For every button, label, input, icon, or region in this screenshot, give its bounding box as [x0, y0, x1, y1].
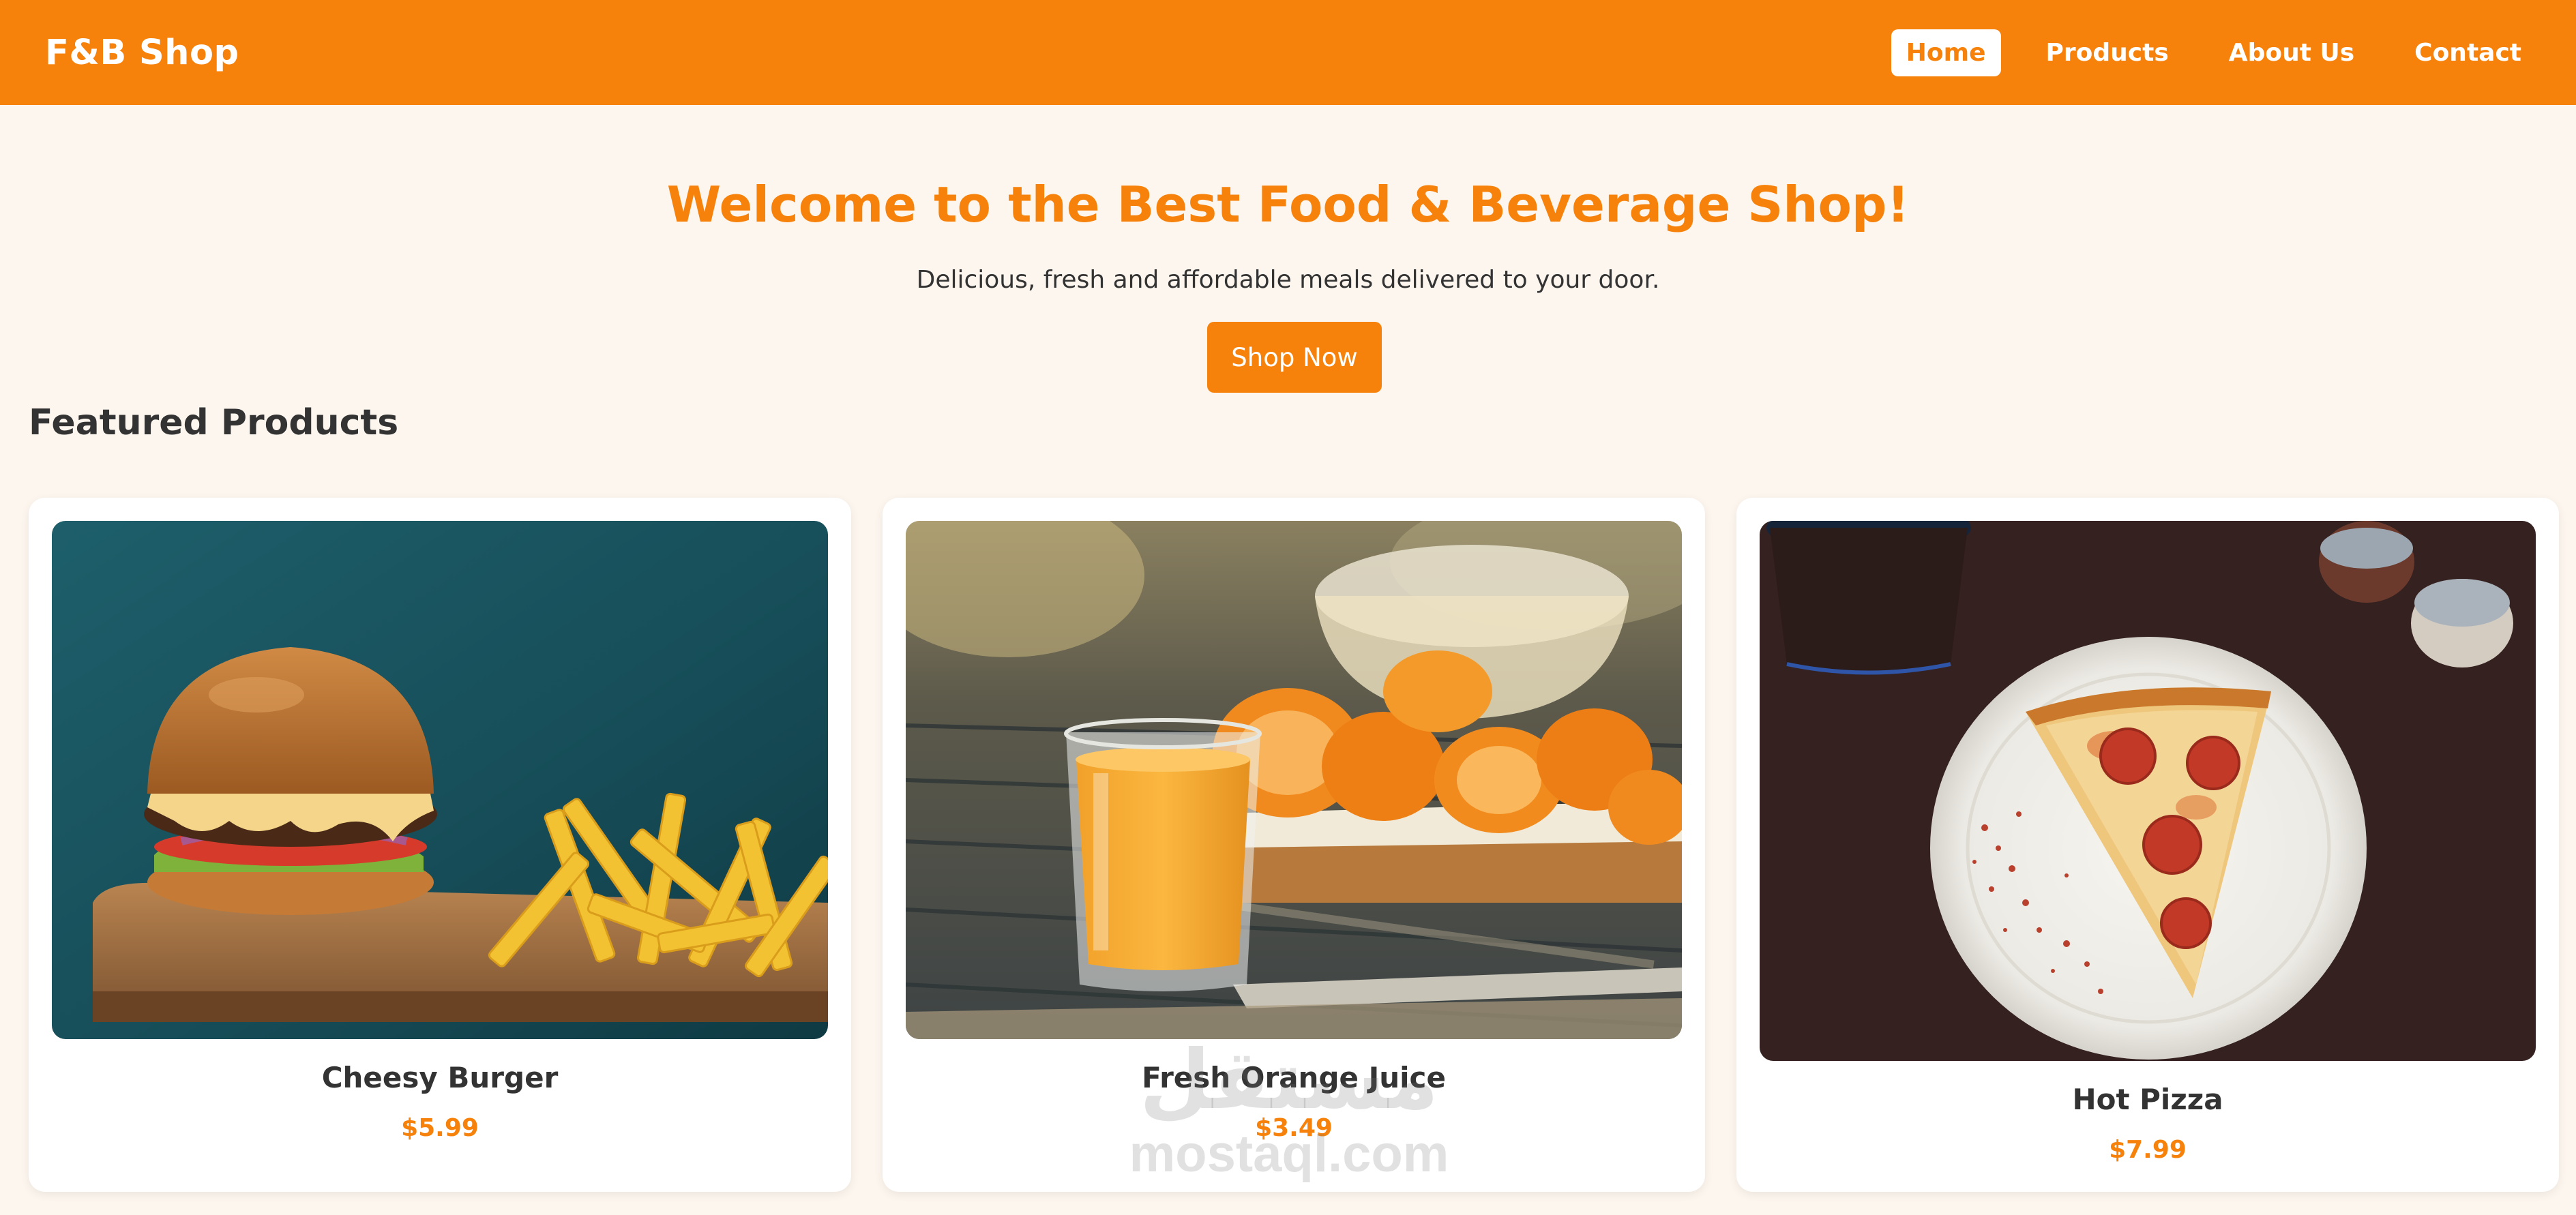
navbar: F&B Shop Home Products About Us Contact: [0, 0, 2576, 105]
product-name: Fresh Orange Juice: [1142, 1061, 1446, 1094]
product-card-orange-juice[interactable]: Fresh Orange Juice $3.49: [883, 498, 1705, 1192]
shop-now-button[interactable]: Shop Now: [1207, 322, 1382, 393]
product-card-burger[interactable]: Cheesy Burger $5.99: [29, 498, 851, 1192]
brand-logo[interactable]: F&B Shop: [45, 33, 239, 73]
hero-subtitle: Delicious, fresh and affordable meals de…: [916, 266, 1660, 294]
nav-link-products[interactable]: Products: [2031, 29, 2184, 76]
product-price: $3.49: [1255, 1114, 1333, 1142]
product-price: $7.99: [2109, 1136, 2187, 1164]
nav-link-home[interactable]: Home: [1891, 29, 2001, 76]
burger-image[interactable]: [52, 521, 828, 1039]
featured-products-heading: Featured Products: [29, 402, 399, 443]
product-card-pizza[interactable]: Hot Pizza $7.99: [1736, 498, 2559, 1192]
nav-links: Home Products About Us Contact: [1861, 29, 2536, 76]
hero-title: Welcome to the Best Food & Beverage Shop…: [666, 176, 1910, 233]
product-name: Hot Pizza: [2072, 1083, 2223, 1116]
nav-link-contact[interactable]: Contact: [2399, 29, 2536, 76]
product-name: Cheesy Burger: [321, 1061, 559, 1094]
pizza-image[interactable]: [1760, 521, 2536, 1061]
nav-link-about-us[interactable]: About Us: [2214, 29, 2369, 76]
orange-juice-image[interactable]: [906, 521, 1682, 1039]
product-price: $5.99: [401, 1114, 479, 1142]
